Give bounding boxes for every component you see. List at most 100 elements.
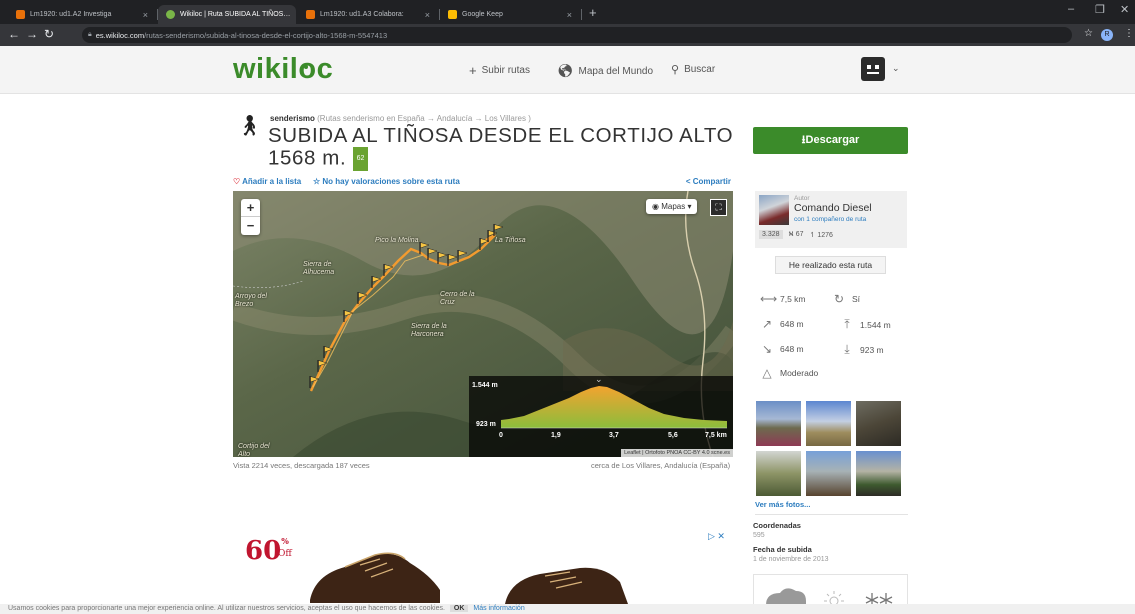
coordinates-value: 595 (753, 532, 765, 539)
reload-icon[interactable]: ↻ (44, 27, 54, 41)
author-name[interactable]: Comando Diesel (794, 202, 872, 214)
upload-date-value: 1 de noviembre de 2013 (753, 556, 829, 563)
maximize-icon[interactable]: ❐ (1095, 3, 1105, 16)
sun-icon (824, 591, 844, 606)
waypoint-flag-icon[interactable] (343, 309, 354, 322)
close-tab-icon[interactable]: × (143, 10, 148, 20)
waypoint-flag-icon[interactable] (317, 359, 328, 372)
max-altitude-stat: ⤒ 1.544 m (840, 317, 890, 332)
world-map-label: Mapa del Mundo (578, 65, 654, 77)
more-photos-link[interactable]: Ver más fotos... (755, 500, 810, 509)
location-text: cerca de Los Villares, Andalucía (España… (591, 461, 731, 470)
url-path: /rutas-senderismo/subida-al-tinosa-desde… (144, 30, 388, 40)
ratings-link[interactable]: ☆ No hay valoraciones sobre esta ruta (313, 177, 460, 186)
profile-avatar[interactable]: R (1101, 29, 1113, 41)
upload-trails-link[interactable]: + Subir rutas (469, 63, 530, 78)
trails-icon: ⛕ (788, 231, 794, 238)
trail-score-badge: 62 (352, 147, 369, 171)
bookmark-star-icon[interactable]: ☆ (1084, 28, 1093, 39)
waypoint-flag-icon[interactable] (309, 375, 320, 388)
browser-tab[interactable]: Google Keep × (440, 5, 580, 24)
ratings-label: No hay valoraciones sobre esta ruta (322, 177, 460, 186)
waypoint-flag-icon[interactable] (457, 249, 468, 262)
weather-widget[interactable] (753, 574, 908, 606)
map-attribution[interactable]: Leaflet | Ortofoto PNOA CC-BY 4.0 scne.e… (621, 449, 733, 457)
new-tab-button[interactable]: + (589, 5, 597, 20)
add-list-label: Añadir a la lista (242, 177, 302, 186)
adchoices-icon[interactable]: ▷ ✕ (708, 531, 725, 542)
max-altitude-icon: ⤒ (844, 317, 850, 331)
loop-stat: ↻ Sí (832, 292, 860, 306)
difficulty-icon: △ (762, 366, 772, 380)
ascent-stat: ↗ 648 m (760, 317, 804, 331)
site-header: wikiloc wikiloc + Subir rutas 🌎︎ Mapa de… (0, 46, 1135, 94)
cookie-text: Usamos cookies para proporcionarte una m… (8, 605, 445, 612)
activity-link[interactable]: senderismo (270, 114, 315, 123)
loop-icon: ↻ (833, 292, 845, 306)
author-label: Autor (794, 195, 810, 202)
url-field[interactable]: 🔒︎ es.wikiloc.com/rutas-senderismo/subid… (82, 27, 1072, 43)
trail-photo[interactable] (756, 451, 801, 496)
min-altitude-icon: ⤓ (844, 342, 850, 356)
user-avatar[interactable] (861, 57, 885, 81)
trail-photo[interactable] (806, 401, 851, 446)
plus-icon: + (469, 63, 477, 78)
trail-photo[interactable] (856, 401, 901, 446)
close-tab-icon[interactable]: × (567, 10, 572, 20)
forward-icon[interactable]: → (26, 27, 38, 41)
waypoint-flag-icon[interactable] (383, 263, 394, 276)
difficulty-value: Moderado (780, 368, 819, 378)
map-label: La Tiñosa (495, 237, 526, 244)
trail-photo[interactable] (856, 451, 901, 496)
fullscreen-icon[interactable]: ⛶ (710, 199, 727, 216)
cookie-more-link[interactable]: Más información (473, 605, 524, 612)
shoe-image (310, 552, 440, 603)
trail-actions: ♡ Añadir a la lista ☆ No hay valoracione… (233, 177, 731, 189)
elevation-profile[interactable]: ⌄ 1.544 m 923 m 0 1,9 3,7 5,6 7,5 km Lea… (469, 374, 733, 457)
cookie-ok-button[interactable]: OK (449, 605, 469, 612)
descent-icon: ↘ (761, 342, 773, 356)
star-outline-icon: ☆ (313, 177, 321, 186)
chevron-down-icon[interactable]: ⌄ (892, 63, 900, 74)
map-layers-button[interactable]: ◉ Mapas ▾ (646, 199, 698, 214)
descent-value: 648 m (780, 344, 804, 354)
trail-photo[interactable] (756, 401, 801, 446)
weather-icons (766, 588, 893, 606)
browser-menu-icon[interactable]: ⋮ (1124, 28, 1134, 39)
distance-stat: ⟷ 7,5 km (760, 292, 806, 306)
author-card[interactable]: Autor Comando Diesel con 1 compañero de … (755, 191, 907, 248)
waypoint-flag-icon[interactable] (493, 223, 504, 236)
waypoint-flag-icon[interactable] (323, 345, 334, 358)
author-photo[interactable] (759, 195, 789, 225)
world-map-link[interactable]: 🌎︎ Mapa del Mundo (557, 63, 653, 79)
minimize-icon[interactable]: – (1068, 3, 1074, 15)
zoom-out-button[interactable]: − (241, 217, 260, 235)
browser-tab[interactable]: Lm1920: ud1.A3 Colabora: × (298, 5, 438, 24)
tab-label: Lm1920: ud1.A2 Investiga (30, 11, 112, 18)
zoom-in-button[interactable]: + (241, 199, 260, 217)
close-tab-icon[interactable]: × (425, 10, 430, 20)
author-companions-text: con 1 compañero de ruta (794, 216, 867, 223)
trail-photo[interactable] (806, 451, 851, 496)
page-title: SUBIDA AL TIÑOSA DESDE EL CORTIJO ALTO 1… (268, 124, 738, 171)
back-icon[interactable]: ← (8, 27, 20, 41)
share-link[interactable]: < Compartir (686, 177, 731, 186)
author-companions[interactable]: con 1 compañero de ruta (794, 216, 866, 223)
browser-tab[interactable]: Lm1920: ud1.A2 Investiga × (8, 5, 156, 24)
waypoint-flag-icon[interactable] (371, 275, 382, 288)
ad-percent: % (281, 536, 289, 546)
map-label: Sierra de la Harconera (411, 323, 447, 338)
browser-tab-active[interactable]: Wikiloc | Ruta SUBIDA AL TIÑOS… × (158, 5, 296, 24)
download-button[interactable]: ⭳Descargar (753, 127, 908, 154)
close-window-icon[interactable]: ✕ (1120, 3, 1129, 16)
close-tab-icon[interactable]: × (295, 10, 296, 20)
trail-done-button[interactable]: He realizado esta ruta (775, 256, 886, 274)
search-link[interactable]: ⚲ Buscar (671, 63, 715, 76)
waypoint-flag-icon[interactable] (357, 291, 368, 304)
add-to-list-link[interactable]: ♡ Añadir a la lista (233, 177, 301, 186)
trail-map[interactable]: Sierra de Alhucema Cerro de la Cruz Sier… (233, 191, 733, 457)
breadcrumb-path[interactable]: (Rutas senderismo en España → Andalucía … (317, 114, 531, 123)
elev-max-label: 1.544 m (472, 382, 498, 389)
wikiloc-logo[interactable]: wikilo c (233, 53, 333, 86)
upload-date-label: Fecha de subida (753, 545, 812, 554)
